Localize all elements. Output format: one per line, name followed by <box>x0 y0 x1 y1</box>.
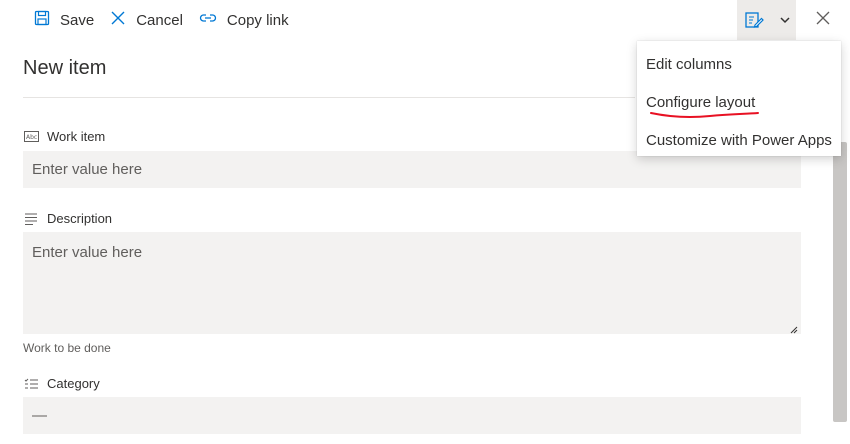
close-button[interactable] <box>796 0 850 40</box>
text-field-icon: Abc <box>23 130 39 144</box>
multiline-text-icon <box>23 212 39 226</box>
scrollbar-thumb[interactable] <box>833 142 847 422</box>
description-textarea[interactable]: Enter value here <box>23 232 801 334</box>
description-placeholder: Enter value here <box>32 244 143 261</box>
menu-item-edit-columns[interactable]: Edit columns <box>637 45 841 83</box>
red-underline-annotation <box>650 112 759 118</box>
description-label: Description <box>23 211 112 226</box>
work-item-label: Abc Work item <box>23 129 105 144</box>
form-view-menu-button[interactable] <box>737 0 796 40</box>
work-item-label-text: Work item <box>47 129 106 144</box>
form-view-menu: Edit columns Configure layout Customize … <box>637 41 841 156</box>
category-label: Category <box>23 376 100 391</box>
command-bar: Save Cancel Copy link <box>0 0 850 40</box>
description-helper-text: Work to be done <box>23 341 111 355</box>
category-label-text: Category <box>47 376 100 391</box>
cancel-icon <box>110 10 136 30</box>
category-dropdown[interactable]: — <box>23 397 801 434</box>
form-edit-icon <box>743 9 765 31</box>
work-item-placeholder: Enter value here <box>32 161 143 178</box>
close-icon <box>816 11 830 30</box>
description-label-text: Description <box>47 211 113 226</box>
save-label: Save <box>60 11 95 29</box>
title-divider <box>23 97 635 98</box>
copy-link-label: Copy link <box>226 11 289 29</box>
cancel-label: Cancel <box>136 11 183 29</box>
category-value: — <box>32 407 47 424</box>
menu-item-customize-power-apps[interactable]: Customize with Power Apps <box>637 121 841 159</box>
chevron-down-icon <box>775 9 795 31</box>
save-icon <box>34 10 60 30</box>
svg-text:Abc: Abc <box>26 134 37 141</box>
link-icon <box>199 11 227 29</box>
cancel-button[interactable]: Cancel <box>102 2 191 38</box>
save-button[interactable]: Save <box>26 2 102 38</box>
resize-grip-icon[interactable] <box>788 321 798 334</box>
choice-list-icon <box>23 377 39 391</box>
panel-title: New item <box>23 57 107 79</box>
copy-link-button[interactable]: Copy link <box>191 2 297 38</box>
